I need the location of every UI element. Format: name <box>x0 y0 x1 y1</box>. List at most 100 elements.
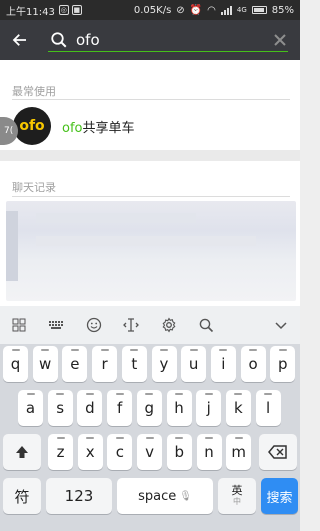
key-u[interactable]: u <box>181 346 207 382</box>
key-hint-mark <box>204 393 213 395</box>
key-hint-mark <box>234 437 243 439</box>
chat-divider <box>12 196 290 197</box>
signal-icon <box>220 5 232 15</box>
key-hint-mark <box>278 349 287 351</box>
key-hint-mark <box>41 349 50 351</box>
key-t[interactable]: t <box>121 346 147 382</box>
key-y[interactable]: y <box>151 346 177 382</box>
lang-top: 英 <box>231 484 243 497</box>
key-h[interactable]: h <box>166 390 192 426</box>
chat-record-blurred[interactable] <box>6 201 296 301</box>
key-hint-mark <box>56 393 65 395</box>
key-g[interactable]: g <box>136 390 162 426</box>
network-type: 4G <box>236 6 247 14</box>
chevron-down-icon <box>275 322 287 330</box>
keyboard-layout-button[interactable] <box>38 306 76 344</box>
key-c[interactable]: c <box>107 434 133 470</box>
key-hint-mark <box>205 437 213 439</box>
key-hint-mark <box>249 349 258 351</box>
collapse-keyboard-button[interactable] <box>263 306 301 344</box>
key-p[interactable]: p <box>270 346 296 382</box>
search-icon <box>51 32 67 48</box>
key-x[interactable]: x <box>77 434 103 470</box>
key-z[interactable]: z <box>48 434 73 470</box>
shift-arrow-icon <box>16 446 28 458</box>
search-send-key[interactable]: 搜索 <box>261 478 298 514</box>
key-hint-mark <box>56 437 65 439</box>
key-j[interactable]: j <box>196 390 222 426</box>
emoji-button[interactable] <box>75 306 113 344</box>
status-bar: 上午11:43 ◎ ■ 0.05K/s ⊘ ⏰ ◠ 4G 85% <box>0 0 300 20</box>
menu-grid-button[interactable] <box>0 306 38 344</box>
key-l[interactable]: l <box>255 390 281 426</box>
key-row-3: zxcvbnm <box>0 434 300 474</box>
key-k[interactable]: k <box>225 390 251 426</box>
key-f[interactable]: f <box>107 390 133 426</box>
chat-section: 聊天记录 <box>0 161 300 306</box>
language-key[interactable]: 英中 <box>218 478 256 514</box>
battery-icon <box>251 6 267 14</box>
key-hint-mark <box>145 393 154 395</box>
app-notification-icon: ◎ <box>58 5 69 15</box>
emoji-icon <box>86 317 101 333</box>
search-input[interactable] <box>76 31 246 49</box>
key-a[interactable]: a <box>18 390 43 426</box>
key-r[interactable]: r <box>92 346 118 382</box>
keyboard-search-button[interactable] <box>188 306 226 344</box>
alarm-icon: ⏰ <box>189 4 203 16</box>
key-i[interactable]: i <box>210 346 236 382</box>
space-label: space <box>138 488 177 504</box>
symbol-key[interactable]: 符 <box>3 478 41 514</box>
app-name: ofo共享单车 <box>62 117 135 136</box>
key-hint-mark <box>85 393 94 395</box>
key-hint-mark <box>115 393 124 395</box>
cursor-move-icon <box>123 318 140 332</box>
backspace-key[interactable] <box>259 434 297 470</box>
status-right: 0.05K/s ⊘ ⏰ ◠ 4G 85% <box>134 5 294 16</box>
key-n[interactable]: n <box>196 434 222 470</box>
ofo-logo: ofo <box>13 107 51 145</box>
ofo-app-item[interactable]: ofo ofo共享单车 <box>0 101 300 151</box>
keyboard-icon <box>49 321 64 329</box>
numbers-key[interactable]: 123 <box>46 478 112 514</box>
mute-icon: ⊘ <box>176 4 185 16</box>
backspace-icon <box>268 445 287 459</box>
app-name-highlight: ofo <box>62 121 83 136</box>
key-hint-mark <box>26 393 35 395</box>
key-w[interactable]: w <box>32 346 58 382</box>
status-time: 上午11:43 <box>6 6 55 18</box>
search-icon <box>199 318 214 333</box>
screen: 上午11:43 ◎ ■ 0.05K/s ⊘ ⏰ ◠ 4G 85% 最常使用 <box>0 0 300 531</box>
key-s[interactable]: s <box>47 390 73 426</box>
clear-button[interactable] <box>268 28 292 52</box>
key-d[interactable]: d <box>77 390 103 426</box>
clear-icon <box>274 34 286 46</box>
key-q[interactable]: q <box>3 346 28 382</box>
key-hint-mark <box>234 393 243 395</box>
key-row-2: asdfghjkl <box>0 390 300 430</box>
search-field[interactable] <box>40 20 292 60</box>
key-hint-mark <box>175 393 183 395</box>
space-key[interactable]: space 🎙 <box>117 478 213 514</box>
key-v[interactable]: v <box>137 434 163 470</box>
shift-key[interactable] <box>3 434 41 470</box>
keyboard: qwertyuiop asdfghjkl zxcvbnm 符 123 space… <box>0 306 300 531</box>
key-e[interactable]: e <box>62 346 88 382</box>
key-hint-mark <box>130 349 139 351</box>
gear-icon <box>162 317 176 333</box>
keyboard-toolbar <box>0 306 300 344</box>
settings-button[interactable] <box>150 306 188 344</box>
battery-level: 85% <box>271 4 294 16</box>
cursor-button[interactable] <box>113 306 151 344</box>
frequent-divider <box>12 99 290 100</box>
key-hint-mark <box>189 349 198 351</box>
key-row-4: 符 123 space 🎙 英中 搜索 <box>0 478 300 518</box>
frequent-title: 最常使用 <box>12 85 56 98</box>
key-b[interactable]: b <box>166 434 192 470</box>
app-notification-icon-2: ■ <box>71 5 82 15</box>
wifi-icon: ◠ <box>207 4 216 16</box>
key-m[interactable]: m <box>226 434 252 470</box>
section-gap <box>0 150 300 161</box>
key-o[interactable]: o <box>240 346 266 382</box>
back-button[interactable] <box>0 20 40 60</box>
